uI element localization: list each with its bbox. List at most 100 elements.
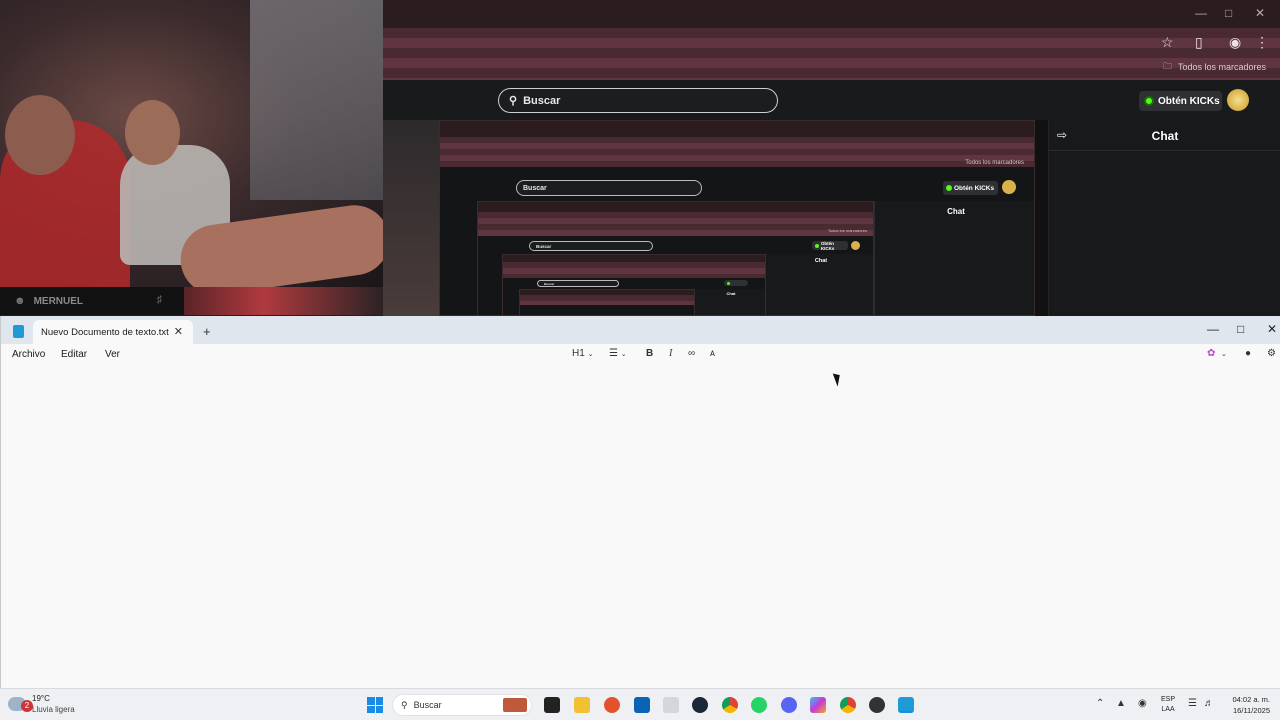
close-icon[interactable]: ✕	[1267, 322, 1277, 336]
chrome-icon[interactable]	[722, 697, 738, 713]
account-icon[interactable]: ●	[1245, 348, 1251, 359]
text-editor-area[interactable]	[1, 366, 1280, 688]
bookmark-star-icon[interactable]: ☆	[1161, 34, 1174, 51]
file-explorer-icon[interactable]	[574, 697, 590, 713]
nested-screen-3: Buscar Chat	[502, 254, 766, 315]
nested-kicks-button: Obtén KICKs	[943, 181, 998, 195]
taskbar-search-placeholder: Buscar	[413, 700, 442, 710]
link-icon[interactable]: ∞	[688, 348, 695, 359]
folder-icon: 🗀	[1162, 61, 1172, 71]
nested-screen-4	[519, 289, 695, 315]
menu-ver[interactable]: Ver	[105, 349, 120, 360]
copilot-icon[interactable]: ✿	[1207, 348, 1215, 359]
user-icon: ☻	[14, 295, 26, 307]
tab-document[interactable]: Nuevo Documento de texto.txt ✕	[33, 320, 193, 344]
notepad-menubar	[1, 344, 1280, 366]
new-tab-icon[interactable]: +	[203, 324, 211, 339]
search-icon: ⚲	[509, 95, 518, 107]
nested-screen-2: Todos los marcadores Buscar Obtén KICKs …	[477, 201, 874, 315]
clear-format-icon[interactable]: ᴀ	[710, 348, 715, 359]
microphone-icon[interactable]: ◉	[1138, 698, 1147, 709]
browser-titlebar	[383, 0, 1280, 28]
get-kicks-button[interactable]: Obtén KICKs	[1139, 91, 1222, 111]
minimize-icon[interactable]: —	[1207, 322, 1219, 336]
bookmarks-label: Todos los marcadores	[965, 160, 1024, 166]
webcam-wall	[250, 0, 383, 200]
chevron-down-icon[interactable]: ⌄	[1221, 350, 1227, 358]
terminal-icon[interactable]	[544, 697, 560, 713]
clock-time: 04:02 a. m.	[1232, 695, 1270, 704]
taskbar-search[interactable]: ⚲ Buscar	[392, 694, 532, 716]
search-placeholder: Buscar	[523, 94, 561, 107]
browser-window: — □ ✕ ☆ ▯ ◉ ⋮ 🗀 Todos los marcadores ⚲ B…	[383, 0, 1280, 316]
webcam-thumbnail-strip	[184, 287, 383, 315]
whatsapp-icon[interactable]	[751, 697, 767, 713]
webcam-person-head	[125, 100, 180, 165]
menu-archivo[interactable]: Archivo	[12, 349, 45, 360]
maximize-icon[interactable]: □	[1237, 322, 1244, 336]
search-highlight-icon	[503, 698, 527, 712]
close-tab-icon[interactable]: ✕	[174, 325, 183, 338]
notepad-window: Nuevo Documento de texto.txt ✕ + — □ ✕ A…	[0, 316, 1280, 688]
maximize-icon[interactable]: □	[1225, 6, 1232, 20]
weather-condition: Lluvia ligera	[32, 705, 75, 714]
usb-icon[interactable]: ▲	[1116, 698, 1126, 709]
chat-panel: ⇨ Chat	[1048, 120, 1280, 316]
webcam-label: ☻ MERNUEL ♯	[0, 287, 184, 315]
weather-widget[interactable]: 2 19°C Lluvia ligera	[8, 693, 75, 715]
chat-header: ⇨ Chat	[1049, 120, 1280, 151]
extensions-icon[interactable]: ▯	[1195, 34, 1203, 51]
rain-cloud-icon: 2	[8, 697, 33, 712]
chat-title: Chat	[1151, 129, 1179, 143]
stream-player[interactable]: Todos los marcadores Buscar Obtén KICKs …	[383, 120, 1048, 316]
settings-gear-icon[interactable]: ⚙	[1267, 348, 1276, 359]
wifi-icon[interactable]: ☰	[1188, 698, 1197, 709]
bold-button[interactable]: B	[646, 348, 653, 359]
mic-muted-icon: ♯	[156, 294, 163, 306]
webcam-person-head	[5, 95, 75, 175]
weather-temperature: 19°C	[32, 694, 50, 703]
notepad-taskbar-icon[interactable]	[898, 697, 914, 713]
menu-editar[interactable]: Editar	[61, 349, 87, 360]
nested-search: Buscar	[516, 180, 702, 196]
profile-icon[interactable]: ◉	[1229, 34, 1241, 51]
language-indicator[interactable]: ESP LAA	[1161, 695, 1175, 715]
nested-screen-1: Todos los marcadores Buscar Obtén KICKs …	[439, 120, 1035, 316]
discord-icon[interactable]	[781, 697, 797, 713]
minimize-icon[interactable]: —	[1195, 6, 1207, 20]
avatar	[1002, 180, 1016, 194]
webcam-overlay	[0, 0, 383, 287]
mouse-cursor	[832, 371, 844, 387]
avatar[interactable]	[1227, 89, 1249, 111]
notification-badge: 2	[21, 700, 33, 712]
tab-title: Nuevo Documento de texto.txt	[41, 326, 169, 338]
store-icon[interactable]	[634, 697, 650, 713]
browser-toolbar	[383, 28, 1280, 80]
italic-button[interactable]: I	[669, 348, 672, 359]
x-app-icon[interactable]	[663, 697, 679, 713]
volume-icon[interactable]: ♬	[1204, 698, 1214, 709]
stream-edge-webcam	[383, 120, 439, 316]
copilot-icon[interactable]	[810, 697, 826, 713]
heading-dropdown[interactable]: H1 ⌄	[572, 348, 593, 359]
brave-browser-icon[interactable]	[604, 697, 620, 713]
clock-date: 16/11/2025	[1233, 706, 1270, 715]
menu-kebab-icon[interactable]: ⋮	[1255, 34, 1269, 51]
steam-icon[interactable]	[692, 697, 708, 713]
close-icon[interactable]: ✕	[1255, 6, 1265, 20]
start-button[interactable]	[367, 697, 383, 713]
chrome-profile-icon[interactable]	[840, 697, 856, 713]
list-dropdown-icon[interactable]: ☰ ⌄	[609, 348, 627, 359]
chevron-up-icon[interactable]: ⌃	[1096, 698, 1104, 709]
obs-icon[interactable]	[869, 697, 885, 713]
notepad-app-icon	[13, 325, 24, 338]
taskbar: 2 19°C Lluvia ligera ⚲ Buscar ⌃ ▲ ◉ ESP …	[0, 688, 1280, 720]
webcam-username: MERNUEL	[33, 295, 84, 307]
bookmarks-bar-item[interactable]: 🗀 Todos los marcadores	[1163, 59, 1266, 75]
nested-chat-title: Chat	[947, 207, 965, 216]
clock[interactable]: 04:02 a. m. 16/11/2025	[1224, 694, 1270, 716]
get-kicks-label: Obtén KICKs	[1158, 95, 1220, 107]
kick-coin-icon	[1144, 96, 1154, 106]
kick-search-input[interactable]: ⚲ Buscar	[498, 88, 778, 113]
bookmarks-label: Todos los marcadores	[1177, 62, 1266, 72]
